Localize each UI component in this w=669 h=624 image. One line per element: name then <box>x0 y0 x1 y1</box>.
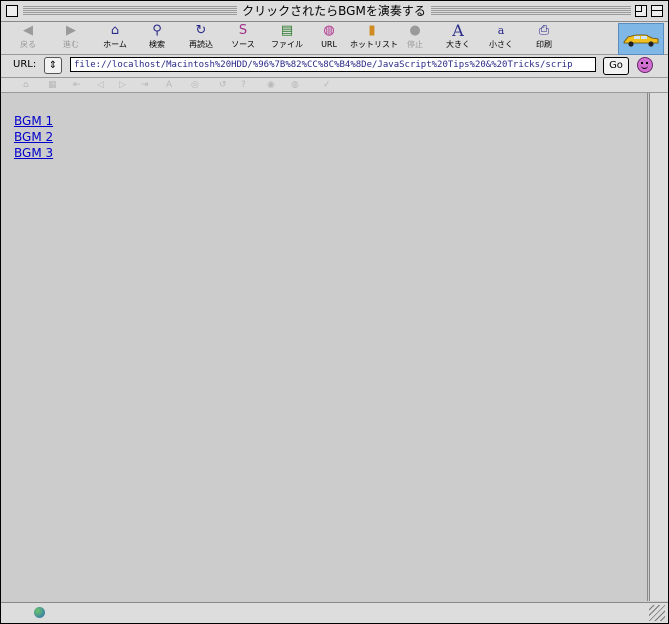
toolbar: ◀ 戻る ▶ 進む ⌂ ホーム ⚲ 検索 ↻ 再読込 S ソース ▤ ファイル … <box>1 22 668 55</box>
title-stripes-left <box>23 5 237 16</box>
status-bar <box>1 602 668 623</box>
file-icon: ▤ <box>280 23 294 38</box>
stop-icon: ● <box>409 23 421 38</box>
search-icon: ⚲ <box>152 23 162 38</box>
reload-button[interactable]: ↻ 再読込 <box>179 23 223 53</box>
smaller-text-button[interactable]: a 小さく <box>479 23 523 53</box>
url-input[interactable]: file://localhost/Macintosh%20HDD/%96%7B%… <box>70 57 596 72</box>
url-label: URL <box>321 40 337 49</box>
forward-arrow-icon: ▶ <box>66 23 76 38</box>
title-stripes-right <box>431 5 631 16</box>
home-button[interactable]: ⌂ ホーム <box>93 23 137 53</box>
print-button[interactable]: ⎙ 印刷 <box>522 23 566 53</box>
fav-target-icon[interactable]: ◎ <box>191 78 199 92</box>
fav-prev-icon[interactable]: ◁ <box>97 78 104 92</box>
bgm-link-2[interactable]: BGM 2 <box>14 129 53 145</box>
stop-button[interactable]: ● 停止 <box>393 23 437 53</box>
source-button[interactable]: S ソース <box>221 23 265 53</box>
file-button[interactable]: ▤ ファイル <box>265 23 309 53</box>
bgm-link-list: BGM 1 BGM 2 BGM 3 <box>6 113 53 161</box>
browser-window: クリックされたらBGMを演奏する ◀ 戻る ▶ 進む ⌂ ホーム ⚲ 検索 ↻ … <box>0 0 669 624</box>
fav-next-icon[interactable]: ▷ <box>119 78 126 92</box>
back-arrow-icon: ◀ <box>23 23 33 38</box>
globe-icon <box>34 607 45 618</box>
larger-text-button[interactable]: A 大きく <box>436 23 480 53</box>
go-button[interactable]: Go <box>603 57 629 75</box>
fav-home-icon[interactable]: ⌂ <box>23 78 29 92</box>
smiley-icon[interactable] <box>637 57 653 73</box>
forward-label: 進む <box>63 40 79 49</box>
forward-button[interactable]: ▶ 進む <box>49 23 93 53</box>
search-button[interactable]: ⚲ 検索 <box>135 23 179 53</box>
search-label: 検索 <box>149 40 165 49</box>
bgm-link-1[interactable]: BGM 1 <box>14 113 53 129</box>
window-title: クリックされたらBGMを演奏する <box>237 1 431 21</box>
favorites-bar: ⌂ ▦ ⇤ ◁ ▷ ⇥ A ◎ ↺ ? ◉ ◍ ✓ <box>1 78 668 93</box>
hotlist-label: ホットリスト <box>350 40 398 49</box>
reload-label: 再読込 <box>189 40 213 49</box>
page-content: BGM 1 BGM 2 BGM 3 <box>6 93 648 601</box>
fav-last-icon[interactable]: ⇥ <box>141 78 149 92</box>
fav-record-icon[interactable]: ◉ <box>267 78 275 92</box>
reload-icon: ↻ <box>195 23 207 38</box>
fav-help-icon[interactable]: ? <box>241 78 246 92</box>
source-icon: S <box>238 23 248 38</box>
fav-text-icon[interactable]: A <box>166 78 172 92</box>
print-icon: ⎙ <box>538 23 550 38</box>
url-history-popup[interactable]: ⇕ <box>44 57 62 74</box>
fav-first-icon[interactable]: ⇤ <box>73 78 81 92</box>
hotlist-button[interactable]: ▮ ホットリスト <box>350 23 398 53</box>
smaller-text-label: 小さく <box>489 40 513 49</box>
larger-text-label: 大きく <box>446 40 470 49</box>
print-label: 印刷 <box>536 40 552 49</box>
url-button[interactable]: ◍ URL <box>307 23 351 53</box>
stop-label: 停止 <box>407 40 423 49</box>
smaller-text-icon: a <box>497 24 505 37</box>
source-label: ソース <box>231 40 255 49</box>
zoom-box[interactable] <box>635 5 647 17</box>
bgm-link-3[interactable]: BGM 3 <box>14 145 53 161</box>
home-icon: ⌂ <box>110 23 120 38</box>
url-field-label: URL: <box>13 59 37 70</box>
hotlist-icon: ▮ <box>368 23 376 38</box>
fav-refresh-icon[interactable]: ↺ <box>219 78 227 92</box>
collapse-box[interactable] <box>651 5 663 17</box>
close-box[interactable] <box>6 5 18 17</box>
resize-grip[interactable] <box>649 605 665 621</box>
vertical-scrollbar[interactable] <box>649 93 668 601</box>
fav-globe-icon[interactable]: ◍ <box>291 78 299 92</box>
fav-check-icon[interactable]: ✓ <box>323 78 331 92</box>
back-label: 戻る <box>20 40 36 49</box>
brand-car-logo <box>618 23 664 55</box>
file-label: ファイル <box>271 40 303 49</box>
car-icon <box>623 34 659 47</box>
url-icon: ◍ <box>323 23 335 38</box>
fav-grid-icon[interactable]: ▦ <box>48 78 57 92</box>
title-bar[interactable]: クリックされたらBGMを演奏する <box>1 1 668 22</box>
home-label: ホーム <box>103 40 127 49</box>
url-bar: URL: ⇕ file://localhost/Macintosh%20HDD/… <box>1 55 668 78</box>
larger-text-icon: A <box>452 21 464 40</box>
back-button[interactable]: ◀ 戻る <box>6 23 50 53</box>
